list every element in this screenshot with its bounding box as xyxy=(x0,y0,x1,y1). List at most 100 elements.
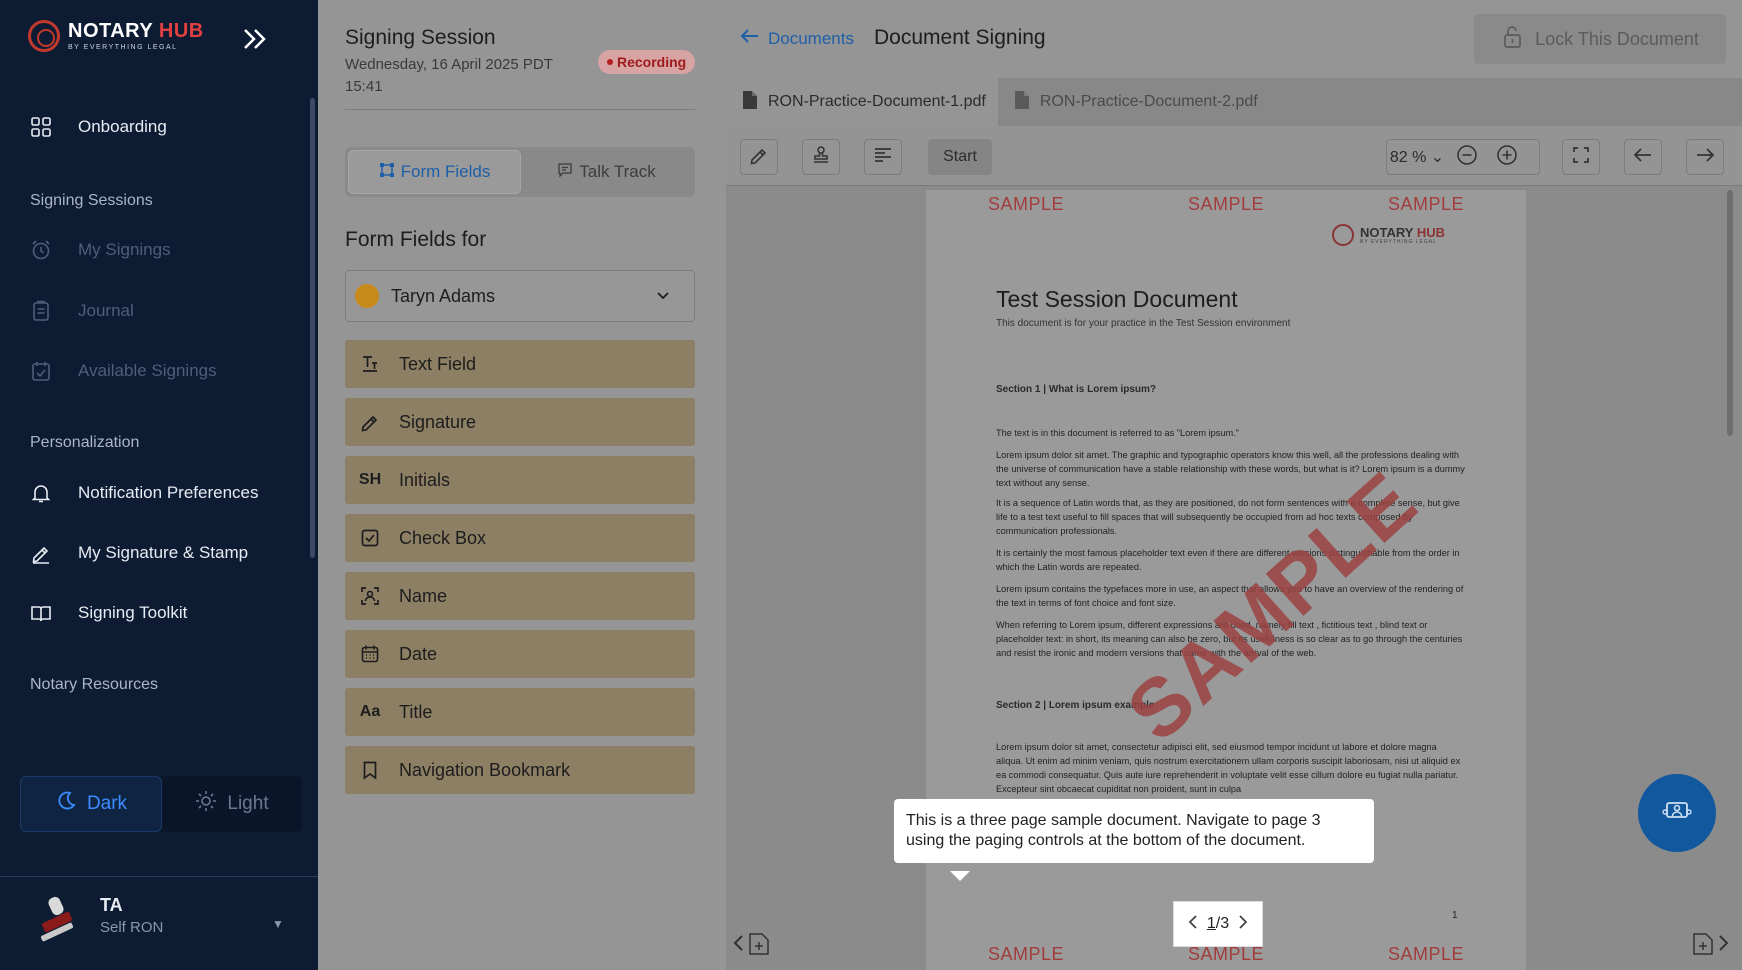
align-left-icon xyxy=(873,145,893,170)
sidebar-item-my-signings[interactable]: My Signings xyxy=(30,239,171,261)
recording-label: Recording xyxy=(617,54,687,70)
previous-document-button[interactable] xyxy=(732,930,770,961)
sidebar-item-signing-toolkit[interactable]: Signing Toolkit xyxy=(30,602,187,624)
pager-next-button[interactable] xyxy=(1238,914,1248,934)
theme-dark-label: Dark xyxy=(86,793,128,814)
brand-hub: HUB xyxy=(158,20,204,42)
collapse-sidebar-icon[interactable] xyxy=(240,26,270,52)
field-navigation-bookmark[interactable]: Navigation Bookmark xyxy=(345,746,695,794)
field-signature[interactable]: Signature xyxy=(345,398,695,446)
brand-logo[interactable]: NOTARY HUB BY EVERYTHING LEGAL xyxy=(28,20,204,52)
theme-dark-button[interactable]: Dark xyxy=(20,776,162,832)
next-document-button[interactable] xyxy=(1692,930,1730,961)
sidebar-item-onboarding[interactable]: Onboarding xyxy=(30,116,167,138)
bell-icon xyxy=(30,482,52,504)
tab-talk-track[interactable]: Talk Track xyxy=(521,150,692,194)
stamp-tool-button[interactable] xyxy=(802,139,840,175)
users-icon xyxy=(1661,799,1693,828)
next-page-button[interactable] xyxy=(1686,139,1724,175)
participants-button[interactable] xyxy=(1638,774,1716,852)
signer-select[interactable]: Taryn Adams xyxy=(345,270,695,322)
pen-icon xyxy=(30,542,52,564)
zoom-out-button[interactable] xyxy=(1447,140,1487,174)
section-heading: Section 1 | What is Lorem ipsum? xyxy=(996,384,1157,395)
sample-mark: SAMPLE xyxy=(1188,944,1265,964)
viewer-scrollbar[interactable] xyxy=(1727,190,1733,436)
session-title: Signing Session xyxy=(345,26,496,49)
session-tabs: Form Fields Talk Track xyxy=(345,147,695,197)
clipboard-icon xyxy=(30,300,52,322)
sidebar-item-available-signings[interactable]: Available Signings xyxy=(30,360,217,382)
chevron-right-icon xyxy=(1718,934,1730,957)
theme-toggle: Dark Light xyxy=(20,776,302,832)
signing-session-panel: Signing Session Wednesday, 16 April 2025… xyxy=(318,0,726,970)
zoom-controls: 82 % ⌄ xyxy=(1386,139,1540,175)
user-frame-icon xyxy=(359,585,381,607)
theme-light-button[interactable]: Light xyxy=(162,776,302,832)
sample-mark: SAMPLE xyxy=(1388,944,1465,964)
edit-tool-button[interactable] xyxy=(740,139,778,175)
user-initials: TA xyxy=(100,895,123,915)
section-signing-sessions: Signing Sessions xyxy=(30,192,153,209)
file-icon xyxy=(1014,90,1030,115)
page-title: Document Signing xyxy=(874,26,1046,49)
bounding-box-icon xyxy=(379,162,395,183)
page-navigator: 1/3 xyxy=(1174,902,1262,946)
document-title: Test Session Document xyxy=(996,286,1238,312)
sidebar-item-notification-preferences[interactable]: Notification Preferences xyxy=(30,482,258,504)
book-icon xyxy=(30,602,52,624)
field-date[interactable]: Date xyxy=(345,630,695,678)
document-logo: NOTARY HUB BY EVERYTHING LEGAL xyxy=(1332,224,1445,246)
lock-icon xyxy=(1501,25,1525,54)
user-menu[interactable]: TA Self RON ▼ xyxy=(0,876,318,970)
arrow-right-icon xyxy=(1695,147,1715,168)
field-label: Navigation Bookmark xyxy=(399,759,571,780)
caret-down-icon[interactable]: ▼ xyxy=(272,917,284,931)
pager-total: 3 xyxy=(1220,915,1230,932)
field-name[interactable]: Name xyxy=(345,572,695,620)
field-checkbox[interactable]: Check Box xyxy=(345,514,695,562)
document-viewer[interactable]: SAMPLE SAMPLE SAMPLE NOTARY HUB BY EVERY… xyxy=(726,186,1742,970)
bookmark-icon xyxy=(359,759,381,781)
recording-badge: Recording xyxy=(598,50,696,74)
field-initials[interactable]: SH Initials xyxy=(345,456,695,504)
fullscreen-button[interactable] xyxy=(1562,139,1600,175)
tab-label: Talk Track xyxy=(579,162,656,181)
document-tabs: RON-Practice-Document-1.pdf RON-Practice… xyxy=(726,78,1742,126)
document-workspace: Documents Document Signing Lock This Doc… xyxy=(726,0,1742,970)
logo-hub: HUB xyxy=(1416,224,1446,240)
sample-mark: SAMPLE xyxy=(988,944,1065,964)
user-role: Self RON xyxy=(100,919,164,936)
field-title[interactable]: Aa Title xyxy=(345,688,695,736)
field-label: Name xyxy=(399,585,448,606)
zoom-in-button[interactable] xyxy=(1487,140,1527,174)
signer-color-dot xyxy=(355,284,379,308)
previous-page-button[interactable] xyxy=(1624,139,1662,175)
arrow-left-icon xyxy=(1633,147,1653,168)
tab-form-fields[interactable]: Form Fields xyxy=(348,150,521,194)
field-label: Text Field xyxy=(399,353,477,374)
lock-label: Lock This Document xyxy=(1535,28,1699,49)
tab-document-2[interactable]: RON-Practice-Document-2.pdf xyxy=(998,78,1270,126)
zoom-select[interactable]: 82 % ⌄ xyxy=(1387,147,1447,167)
sidebar-item-journal[interactable]: Journal xyxy=(30,300,134,322)
calendar-check-icon xyxy=(30,360,52,382)
pager-prev-button[interactable] xyxy=(1188,914,1198,934)
align-tool-button[interactable] xyxy=(864,139,902,175)
initials-icon: SH xyxy=(358,471,382,488)
section-notary-resources: Notary Resources xyxy=(30,676,159,693)
start-button[interactable]: Start xyxy=(928,139,992,175)
sample-mark: SAMPLE xyxy=(1388,194,1465,214)
field-text[interactable]: Text Field xyxy=(345,340,695,388)
lock-document-button[interactable]: Lock This Document xyxy=(1474,14,1726,64)
tab-document-1[interactable]: RON-Practice-Document-1.pdf xyxy=(726,78,998,126)
pager-current[interactable]: 1 xyxy=(1207,915,1216,932)
tooltip-arrow xyxy=(950,871,970,881)
paragraph: The text is in this document is referred… xyxy=(996,428,1239,438)
brand-name: NOTARY xyxy=(68,20,153,42)
plus-circle-icon xyxy=(1496,144,1518,171)
field-label: Check Box xyxy=(399,527,487,548)
back-to-documents-link[interactable]: Documents xyxy=(740,28,854,49)
sidebar-scrollbar[interactable] xyxy=(310,98,315,558)
sidebar-item-signature-stamp[interactable]: My Signature & Stamp xyxy=(30,542,248,564)
